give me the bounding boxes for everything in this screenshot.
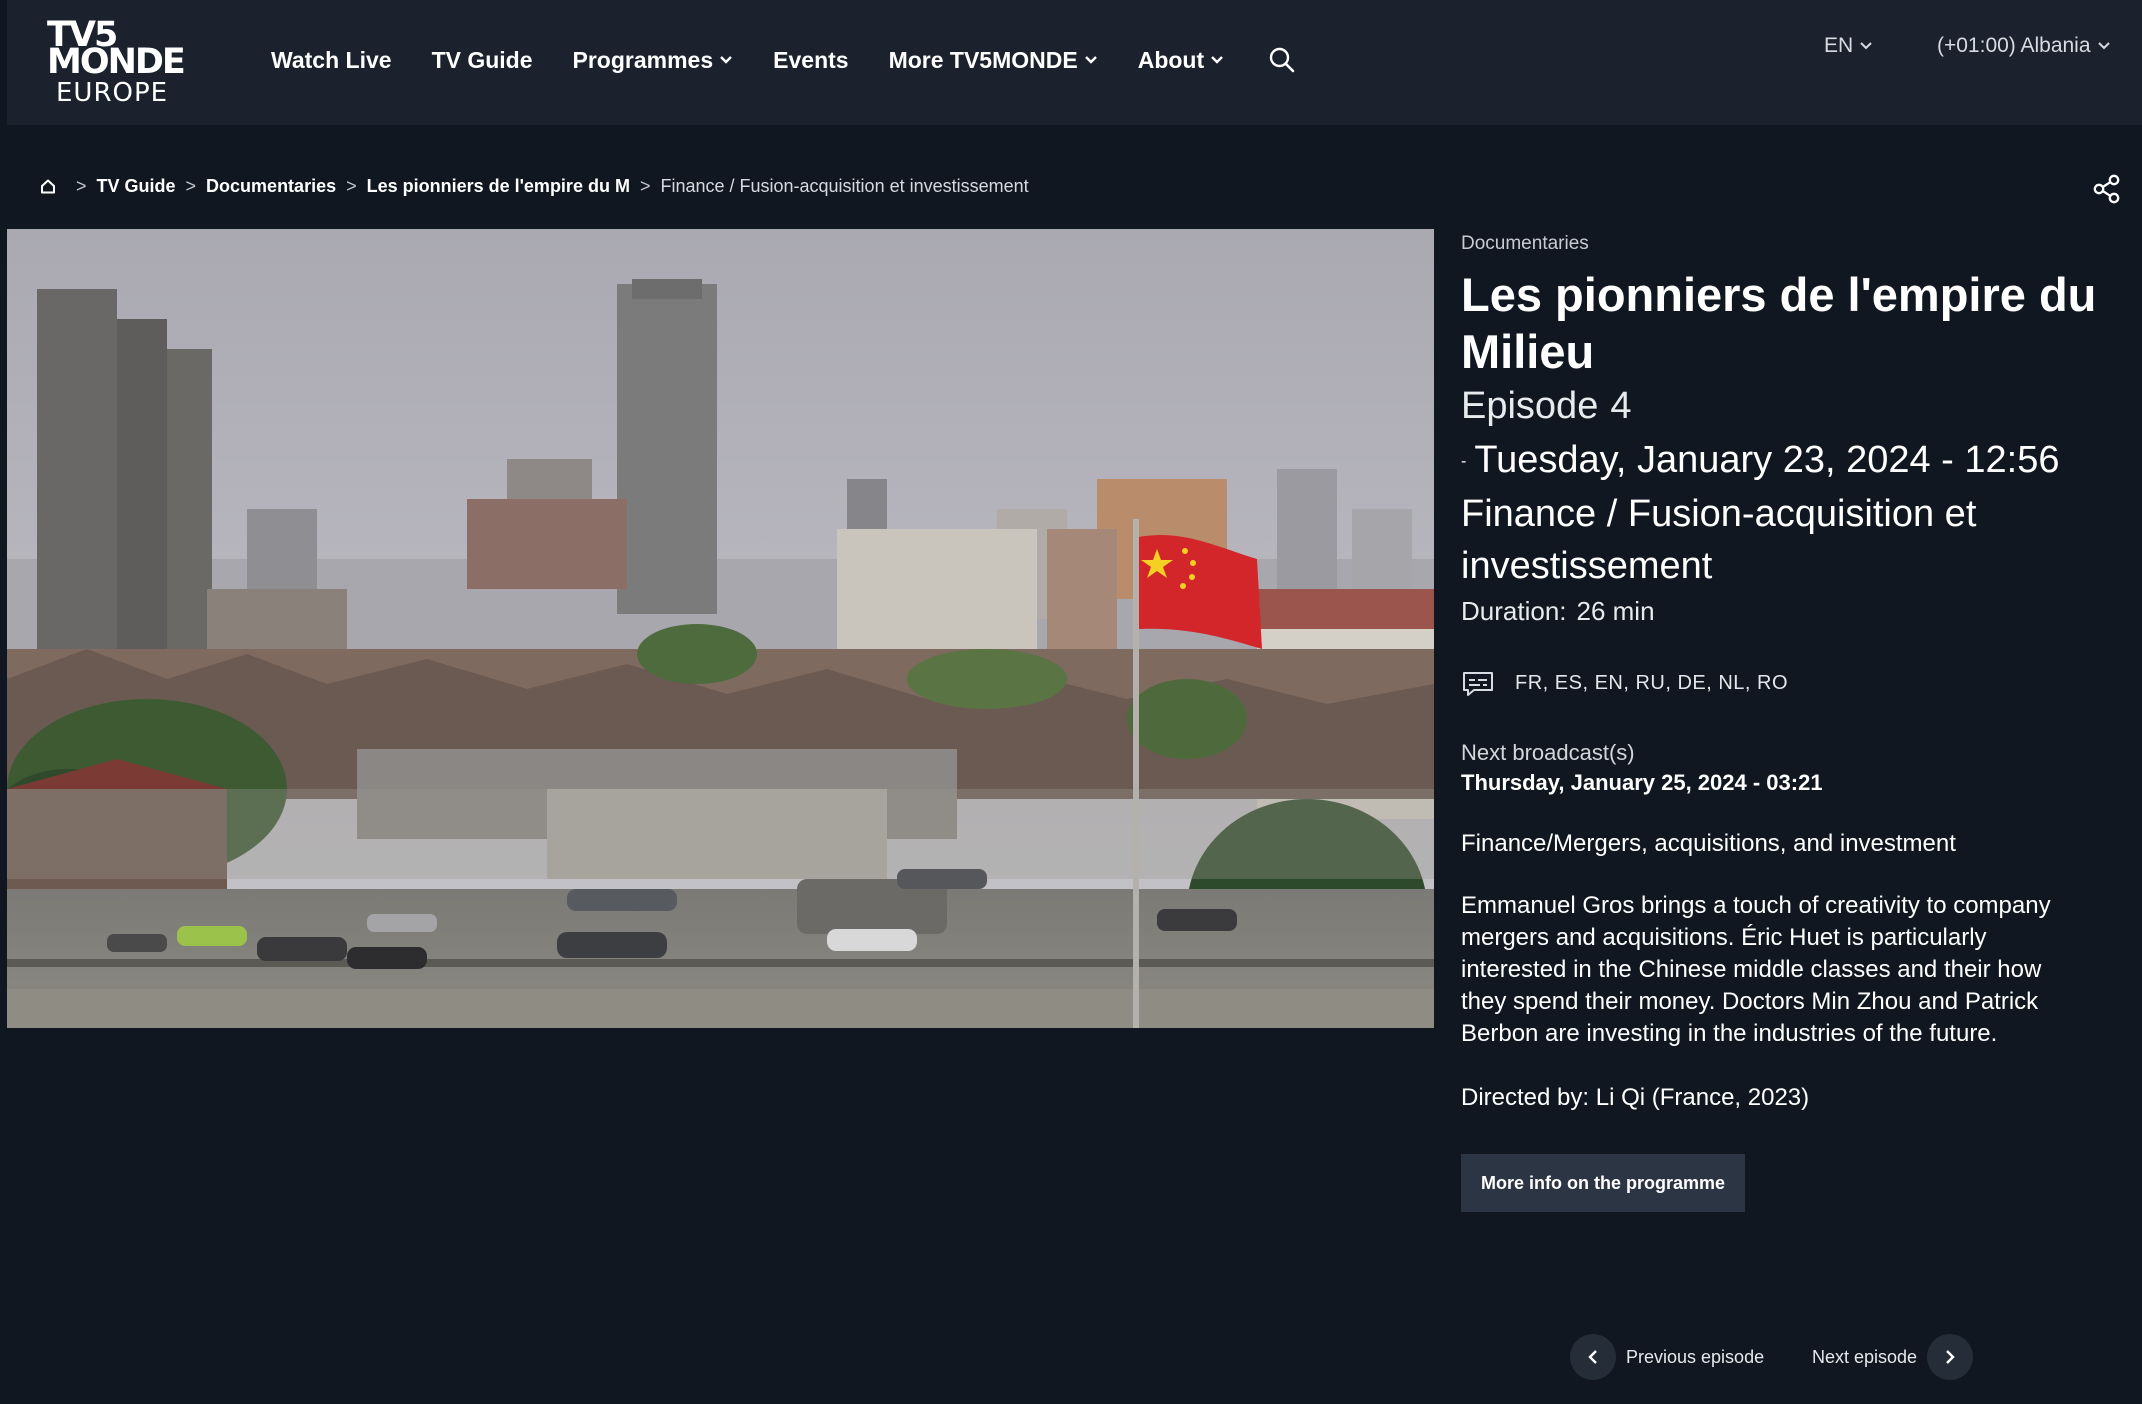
nav-label: Events [773, 46, 849, 73]
breadcrumb: > TV Guide > Documentaries > Les pionnie… [40, 172, 1029, 200]
subtitles-row: FR, ES, EN, RU, DE, NL, RO [1461, 668, 2101, 700]
programme-image [7, 229, 1434, 1028]
timezone-value: (+01:00) Albania [1937, 34, 2091, 57]
breadcrumb-separator: > [185, 175, 197, 196]
chevron-down-icon [1211, 56, 1223, 64]
nav-about[interactable]: About [1138, 47, 1224, 74]
timezone-selector[interactable]: (+01:00) Albania [1937, 34, 2111, 58]
chevron-down-icon [1084, 56, 1097, 64]
search-icon[interactable] [1268, 46, 1296, 74]
tv5monde-logo[interactable]: TV5 MONDE EUROPE [41, 18, 211, 110]
chevron-down-icon [720, 56, 732, 64]
chevron-down-icon [2097, 42, 2110, 50]
next-circle [1927, 1334, 1974, 1380]
episode-line: Episode 4 [1461, 382, 2101, 430]
previous-episode-label: Previous episode [1626, 1346, 1765, 1367]
programme-category: Documentaries [1461, 233, 1589, 254]
programme-title: Les pionniers de l'empire du Milieu [1461, 268, 2097, 378]
nav-programmes[interactable]: Programmes [573, 47, 734, 74]
chevron-left-icon [1588, 1350, 1597, 1364]
genre-line: Finance/Mergers, acquisitions, and inves… [1461, 829, 1956, 857]
next-episode-label: Next episode [1812, 1346, 1918, 1367]
programme-info: Documentaries Les pionniers de l'empire … [1461, 230, 2101, 1212]
synopsis: Emmanuel Gros brings a touch of creativi… [1461, 891, 2051, 1047]
site-header: TV5 MONDE EUROPE Watch Live TV Guide Pro… [7, 0, 2142, 125]
nav-label: More TV5MONDE [888, 46, 1078, 73]
breadcrumb-separator: > [346, 175, 357, 196]
breadcrumb-programme[interactable]: Les pionniers de l'empire du M [367, 176, 630, 197]
airdate-dash: - [1461, 452, 1467, 470]
episode-number: 4 [1610, 385, 1632, 427]
next-broadcast-date: Thursday, January 25, 2024 - 03:21 [1461, 769, 1823, 795]
nav-label: Watch Live [271, 46, 392, 73]
airdate-line: - Tuesday, January 23, 2024 - 12:56 [1461, 434, 2101, 488]
duration-label: Duration: [1461, 595, 1567, 626]
chevron-down-icon [1860, 42, 1872, 50]
episode-label: Episode [1461, 385, 1599, 427]
episode-title: Finance / Fusion-acquisition et investis… [1461, 492, 1977, 587]
breadcrumb-separator: > [76, 175, 87, 196]
nav-events[interactable]: Events [773, 47, 848, 74]
breadcrumb-separator: > [639, 175, 651, 196]
duration-line: Duration: 26 min [1461, 594, 2101, 628]
language-value: EN [1824, 34, 1854, 57]
nav-more-tv5monde[interactable]: More TV5MONDE [889, 47, 1098, 74]
city-skyline-illustration [7, 229, 1434, 1028]
next-broadcast-label: Next broadcast(s) [1461, 739, 1635, 765]
nav-label: TV Guide [431, 46, 533, 73]
previous-circle [1570, 1334, 1616, 1380]
breadcrumb-current: Finance / Fusion-acquisition et investis… [660, 175, 1029, 196]
airdate-value: Tuesday, January 23, 2024 - 12:56 [1474, 439, 2060, 481]
more-info-button[interactable]: More info on the programme [1461, 1153, 1746, 1212]
logo-line-3: EUROPE [56, 78, 169, 108]
nav-tv-guide[interactable]: TV Guide [432, 47, 533, 74]
main-nav: Watch Live TV Guide Programmes Events Mo… [271, 40, 1296, 80]
nav-label: About [1137, 46, 1205, 73]
home-icon[interactable] [40, 178, 56, 194]
logo-line-2: MONDE [47, 42, 186, 82]
breadcrumb-documentaries[interactable]: Documentaries [206, 176, 336, 197]
nav-watch-live[interactable]: Watch Live [271, 47, 392, 74]
subtitles-icon [1463, 671, 1493, 696]
language-selector[interactable]: EN [1824, 34, 1873, 58]
director-line: Directed by: Li Qi (France, 2023) [1461, 1083, 1810, 1111]
chevron-right-icon [1946, 1350, 1955, 1364]
nav-label: Programmes [572, 46, 714, 73]
previous-episode-button[interactable]: Previous episode [1570, 1334, 1764, 1380]
subtitle-languages: FR, ES, EN, RU, DE, NL, RO [1515, 672, 1789, 695]
share-icon[interactable] [2093, 174, 2121, 204]
next-episode-button[interactable]: Next episode [1812, 1334, 1974, 1380]
breadcrumb-tv-guide[interactable]: TV Guide [97, 176, 176, 197]
duration-value: 26 min [1576, 595, 1655, 626]
